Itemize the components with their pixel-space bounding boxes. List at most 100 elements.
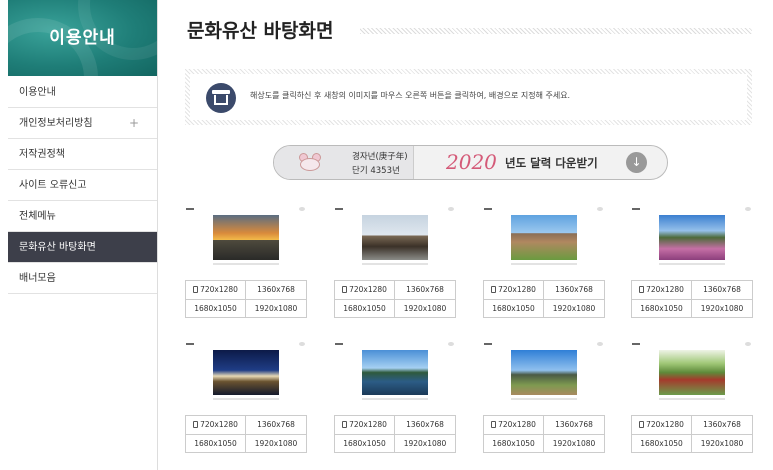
wallpaper-preview[interactable] (483, 340, 605, 412)
resolution-link[interactable]: 1680x1050 (484, 300, 544, 318)
wallpaper-preview[interactable] (334, 205, 456, 277)
sidebar-title: 이용안내 (49, 28, 116, 48)
mobile-phone-icon (193, 286, 199, 293)
resolution-link[interactable]: 1920x1080 (544, 300, 604, 318)
notice-inner: 해상도를 클릭하신 후 새창의 이미지를 마우스 오른쪽 버튼을 클릭하여, 배… (190, 74, 747, 120)
resolution-link[interactable]: 1360x768 (544, 281, 604, 300)
preview-caption-line (511, 263, 577, 265)
resolution-link[interactable]: 1680x1050 (632, 300, 692, 318)
wallpaper-preview[interactable] (631, 340, 753, 412)
resolution-label: 720x1280 (200, 285, 238, 294)
resolution-link[interactable]: 1360x768 (395, 281, 455, 300)
resolution-label: 1680x1050 (640, 439, 683, 448)
preview-caption-line (362, 263, 428, 265)
resolution-link-mobile[interactable]: 720x1280 (335, 416, 395, 435)
resolution-label: 720x1280 (646, 285, 684, 294)
wallpaper-preview[interactable] (185, 205, 307, 277)
resolution-link-mobile[interactable]: 720x1280 (632, 416, 692, 435)
resolution-label: 720x1280 (200, 420, 238, 429)
house-roof (212, 90, 230, 94)
notice-box: 해상도를 클릭하신 후 새창의 이미지를 마우스 오른쪽 버튼을 클릭하여, 배… (185, 69, 752, 125)
resolution-grid: 720x1280 1360x768 1680x1050 1920x1080 (483, 280, 605, 318)
resolution-link[interactable]: 1920x1080 (246, 300, 306, 318)
resolution-label: 720x1280 (498, 285, 536, 294)
resolution-label: 1680x1050 (343, 439, 386, 448)
resolution-link-mobile[interactable]: 720x1280 (186, 281, 246, 300)
resolution-link[interactable]: 1920x1080 (692, 300, 752, 318)
wallpaper-preview[interactable] (631, 205, 753, 277)
resolution-link[interactable]: 1920x1080 (395, 435, 455, 453)
resolution-link[interactable]: 1680x1050 (186, 300, 246, 318)
preview-caption-line (659, 263, 725, 265)
resolution-label: 1680x1050 (194, 439, 237, 448)
resolution-link[interactable]: 1920x1080 (395, 300, 455, 318)
title-divider (360, 28, 752, 34)
resolution-label: 1360x768 (555, 285, 593, 294)
resolution-link[interactable]: 1360x768 (395, 416, 455, 435)
resolution-label: 1920x1080 (254, 304, 298, 313)
sidebar-item-copyright[interactable]: 저작권정책 (8, 139, 157, 170)
preview-leaf-mark (448, 342, 454, 346)
expand-plus-icon[interactable]: + (129, 108, 139, 139)
mobile-phone-icon (342, 286, 348, 293)
wallpaper-photo (213, 215, 279, 260)
banner-left-panel: 경자년(庚子年) 단기 4353년 (274, 146, 414, 179)
resolution-label: 1360x768 (703, 285, 741, 294)
resolution-link-mobile[interactable]: 720x1280 (632, 281, 692, 300)
resolution-link-mobile[interactable]: 720x1280 (335, 281, 395, 300)
sidebar-item-wallpaper[interactable]: 문화유산 바탕화면 (8, 232, 157, 263)
preview-caption-line (362, 398, 428, 400)
download-arrow-icon[interactable]: ↓ (626, 152, 647, 173)
preview-leaf-mark (597, 342, 603, 346)
resolution-label: 720x1280 (349, 285, 387, 294)
resolution-label: 1920x1080 (700, 439, 744, 448)
resolution-link[interactable]: 1360x768 (246, 281, 306, 300)
sidebar-item-label: 이용안내 (19, 87, 56, 98)
resolution-link[interactable]: 1680x1050 (632, 435, 692, 453)
resolution-label: 1680x1050 (492, 304, 535, 313)
wallpaper-preview[interactable] (483, 205, 605, 277)
resolution-link[interactable]: 1360x768 (246, 416, 306, 435)
sidebar-item-guide[interactable]: 이용안내 (8, 77, 157, 108)
calendar-download-banner[interactable]: 경자년(庚子年) 단기 4353년 2020 년도 달력 다운받기 ↓ (273, 145, 668, 180)
resolution-label: 720x1280 (349, 420, 387, 429)
resolution-link[interactable]: 1920x1080 (246, 435, 306, 453)
sidebar-item-label: 전체메뉴 (19, 211, 56, 222)
resolution-link-mobile[interactable]: 720x1280 (484, 281, 544, 300)
resolution-link-mobile[interactable]: 720x1280 (186, 416, 246, 435)
heritage-house-icon (206, 83, 236, 113)
mobile-phone-icon (491, 421, 497, 428)
sidebar-item-privacy[interactable]: 개인정보처리방침 + (8, 108, 157, 139)
resolution-label: 1680x1050 (640, 304, 683, 313)
sidebar-item-all-menu[interactable]: 전체메뉴 (8, 201, 157, 232)
resolution-link[interactable]: 1920x1080 (692, 435, 752, 453)
resolution-link[interactable]: 1360x768 (692, 416, 752, 435)
sidebar-item-label: 문화유산 바탕화면 (19, 242, 96, 253)
resolution-grid: 720x1280 1360x768 1680x1050 1920x1080 (483, 415, 605, 453)
mobile-phone-icon (639, 286, 645, 293)
resolution-link[interactable]: 1360x768 (692, 281, 752, 300)
banner-year: 2020 (446, 150, 497, 174)
preview-logo-mark (632, 343, 640, 345)
wallpaper-photo (659, 215, 725, 260)
resolution-link[interactable]: 1680x1050 (335, 435, 395, 453)
preview-logo-mark (632, 208, 640, 210)
resolution-link[interactable]: 1920x1080 (544, 435, 604, 453)
wallpaper-preview[interactable] (334, 340, 456, 412)
resolution-grid: 720x1280 1360x768 1680x1050 1920x1080 (334, 280, 456, 318)
sidebar-item-banners[interactable]: 배너모음 (8, 263, 157, 294)
resolution-link[interactable]: 1680x1050 (484, 435, 544, 453)
resolution-label: 1920x1080 (403, 304, 447, 313)
resolution-label: 720x1280 (498, 420, 536, 429)
house-body (214, 95, 228, 105)
sidebar-item-error-report[interactable]: 사이트 오류신고 (8, 170, 157, 201)
resolution-link[interactable]: 1680x1050 (335, 300, 395, 318)
resolution-link[interactable]: 1680x1050 (186, 435, 246, 453)
resolution-grid: 720x1280 1360x768 1680x1050 1920x1080 (185, 415, 307, 453)
resolution-link-mobile[interactable]: 720x1280 (484, 416, 544, 435)
wallpaper-preview[interactable] (185, 340, 307, 412)
resolution-label: 1920x1080 (403, 439, 447, 448)
preview-leaf-mark (745, 207, 751, 211)
resolution-label: 1680x1050 (194, 304, 237, 313)
resolution-link[interactable]: 1360x768 (544, 416, 604, 435)
